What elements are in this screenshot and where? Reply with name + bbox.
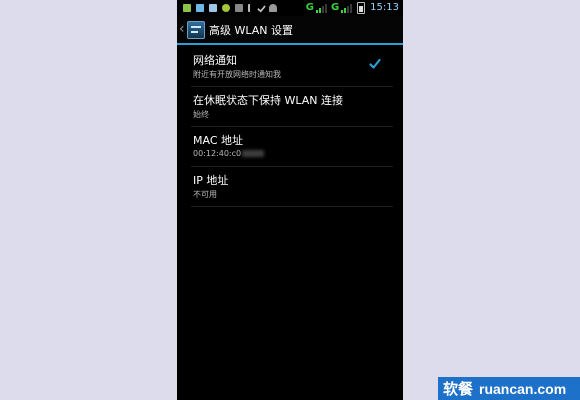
network-type-2: G xyxy=(330,2,340,13)
network-type-1: G xyxy=(305,2,314,13)
status-bar: G G 15:13 xyxy=(177,0,403,16)
mac-address-value: 00:12:40:c0 xyxy=(193,149,242,158)
redacted-mask xyxy=(242,150,265,157)
android-icon xyxy=(222,4,230,12)
site-watermark: 软餐 ruancan.com xyxy=(438,377,580,400)
phone-screen: G G 15:13 ‹ 高级 WLAN 设置 网络通知 附近有开放网络时通知我 … xyxy=(177,0,403,400)
setting-title: IP 地址 xyxy=(193,174,229,187)
back-chevron-icon[interactable]: ‹ xyxy=(179,15,186,44)
wlan-settings-icon[interactable] xyxy=(187,20,205,39)
notification-icons xyxy=(183,3,277,13)
setting-title: 网络通知 xyxy=(193,54,237,67)
setting-network-notification[interactable]: 网络通知 附近有开放网络时通知我 xyxy=(191,47,393,87)
usb-icon xyxy=(248,4,254,12)
signal-bars-1-icon xyxy=(315,3,327,13)
setting-summary: 00:12:40:c0 xyxy=(193,149,265,158)
watermark-domain: ruancan.com xyxy=(479,380,567,397)
check-icon xyxy=(257,3,266,13)
setting-summary: 始终 xyxy=(193,110,209,119)
battery-icon xyxy=(357,2,366,14)
settings-list: 网络通知 附近有开放网络时通知我 在休眠状态下保持 WLAN 连接 始终 MAC… xyxy=(177,47,403,207)
checkbox-checked-icon[interactable] xyxy=(369,58,381,70)
status-clock: 15:13 xyxy=(370,2,399,13)
setting-summary: 不可用 xyxy=(193,190,217,199)
watermark-chinese: 软餐 xyxy=(443,381,474,398)
setting-summary: 附近有开放网络时通知我 xyxy=(193,70,281,79)
android-icon xyxy=(196,4,204,12)
setting-title: MAC 地址 xyxy=(193,134,243,147)
signal-bars-2-icon xyxy=(341,3,353,13)
page-title: 高级 WLAN 设置 xyxy=(209,23,294,37)
setting-keep-wlan-during-sleep[interactable]: 在休眠状态下保持 WLAN 连接 始终 xyxy=(191,87,393,127)
setting-title: 在休眠状态下保持 WLAN 连接 xyxy=(193,94,344,107)
gallery-icon xyxy=(183,4,191,12)
sd-card-icon xyxy=(235,4,243,12)
android-icon xyxy=(269,4,277,12)
app-icon xyxy=(209,4,217,12)
setting-mac-address[interactable]: MAC 地址 00:12:40:c0 xyxy=(191,127,393,167)
action-bar: ‹ 高级 WLAN 设置 xyxy=(177,16,403,45)
status-indicators: G G 15:13 xyxy=(306,0,399,16)
setting-ip-address[interactable]: IP 地址 不可用 xyxy=(191,167,393,207)
